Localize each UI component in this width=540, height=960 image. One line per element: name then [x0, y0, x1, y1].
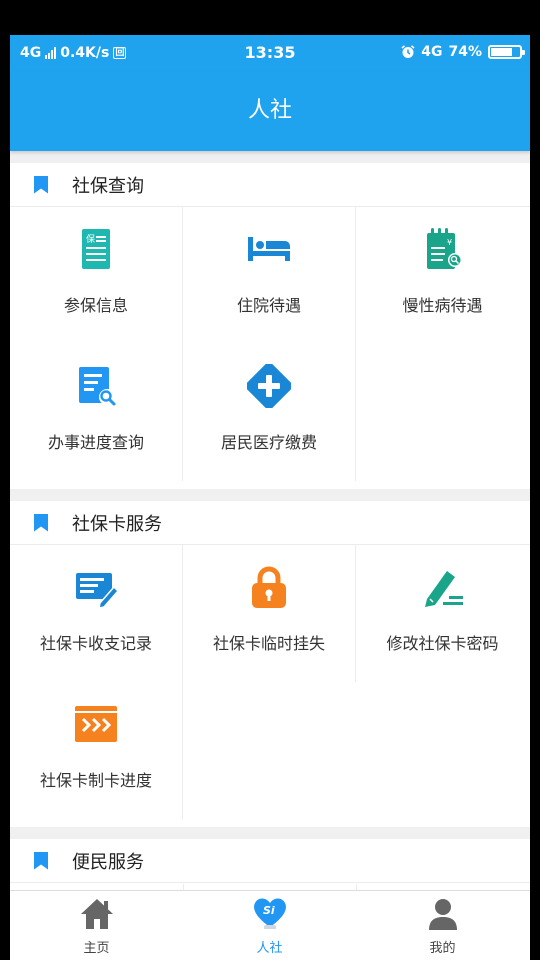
section-header: 便民服务: [10, 839, 530, 883]
status-right: 4G 74%: [401, 44, 525, 60]
nav-label: 人社: [256, 941, 283, 956]
empty-cell: [356, 344, 529, 481]
section-header: 社保卡服务: [10, 501, 530, 545]
person-icon: [428, 899, 457, 930]
card-record-icon: [76, 573, 118, 609]
nav-renshe[interactable]: Si 人社: [183, 891, 356, 960]
svg-text:Si: Si: [263, 904, 275, 917]
service-insurance-info[interactable]: 保 参保信息: [10, 207, 183, 344]
service-hospitalization[interactable]: 住院待遇: [183, 207, 356, 344]
nav-label: 主页: [83, 941, 110, 956]
nav-home[interactable]: 主页: [10, 891, 183, 960]
card-progress-icon: [75, 706, 117, 742]
service-label: 办事进度查询: [47, 433, 144, 452]
battery-percent: 74%: [448, 44, 482, 60]
service-label: 慢性病待遇: [402, 296, 483, 315]
bookmark-icon: [34, 175, 48, 194]
service-label: 社保卡制卡进度: [39, 771, 152, 790]
bottom-nav: 主页 Si 人社 我的: [10, 890, 530, 960]
service-label: 居民医疗缴费: [220, 433, 317, 452]
battery-icon: [488, 45, 525, 59]
section-social-security-query: 社保查询 保 参保信息 住院待遇 ¥ 慢性病待遇 办事进度查询 居民医疗缴费: [10, 163, 530, 489]
progress-search-icon: [79, 367, 116, 406]
service-label: 住院待遇: [236, 296, 301, 315]
service-progress-query[interactable]: 办事进度查询: [10, 344, 183, 481]
insurance-document-icon: 保: [82, 229, 110, 269]
page-title: 人社: [247, 98, 292, 123]
lock-icon: [252, 566, 286, 608]
nav-label: 我的: [429, 941, 456, 956]
bookmark-icon: [34, 513, 48, 532]
service-grid: 社保卡收支记录 社保卡临时挂失 修改社保卡密码 社保卡制卡进度: [10, 545, 530, 827]
service-card-production-progress[interactable]: 社保卡制卡进度: [10, 682, 183, 819]
service-label: 社保卡收支记录: [39, 634, 152, 653]
status-bar: 4G 0.4K/s 回 13:35 4G 74%: [10, 35, 530, 71]
service-medical-payment[interactable]: 居民医疗缴费: [183, 344, 356, 481]
service-label: 参保信息: [63, 296, 128, 315]
hospital-bed-icon: [248, 237, 290, 261]
network-type-right: 4G: [421, 44, 443, 60]
chronic-notepad-icon: ¥: [426, 228, 462, 269]
service-label: 社保卡临时挂失: [212, 634, 325, 653]
service-change-card-password[interactable]: 修改社保卡密码: [356, 545, 529, 682]
service-card-records[interactable]: 社保卡收支记录: [10, 545, 183, 682]
home-icon: [80, 899, 113, 929]
phone-frame: 4G 0.4K/s 回 13:35 4G 74% 人社 社保查询 保 参保信息 …: [0, 0, 540, 960]
service-grid: 保 参保信息 住院待遇 ¥ 慢性病待遇 办事进度查询 居民医疗缴费: [10, 207, 530, 489]
medical-cross-icon: [247, 364, 291, 408]
section-header: 社保查询: [10, 163, 530, 207]
service-label: 修改社保卡密码: [386, 634, 499, 653]
svg-text:¥: ¥: [447, 238, 452, 247]
si-heart-icon: Si: [253, 898, 286, 929]
bookmark-icon: [34, 851, 48, 870]
alarm-icon: [401, 45, 415, 58]
service-chronic-disease[interactable]: ¥ 慢性病待遇: [356, 207, 529, 344]
svg-text:保: 保: [86, 233, 95, 245]
section-title: 社保卡服务: [72, 513, 162, 535]
service-card-loss-report[interactable]: 社保卡临时挂失: [183, 545, 356, 682]
app-bar: 人社: [10, 71, 530, 151]
empty-cell: [183, 682, 356, 819]
nav-profile[interactable]: 我的: [356, 891, 529, 960]
section-title: 便民服务: [72, 851, 144, 873]
section-title: 社保查询: [72, 175, 144, 197]
screen: 4G 0.4K/s 回 13:35 4G 74% 人社 社保查询 保 参保信息 …: [10, 35, 530, 960]
section-social-security-card: 社保卡服务 社保卡收支记录 社保卡临时挂失 修改社保卡密码 社保卡制卡进度: [10, 501, 530, 827]
edit-pen-icon: [424, 571, 463, 607]
